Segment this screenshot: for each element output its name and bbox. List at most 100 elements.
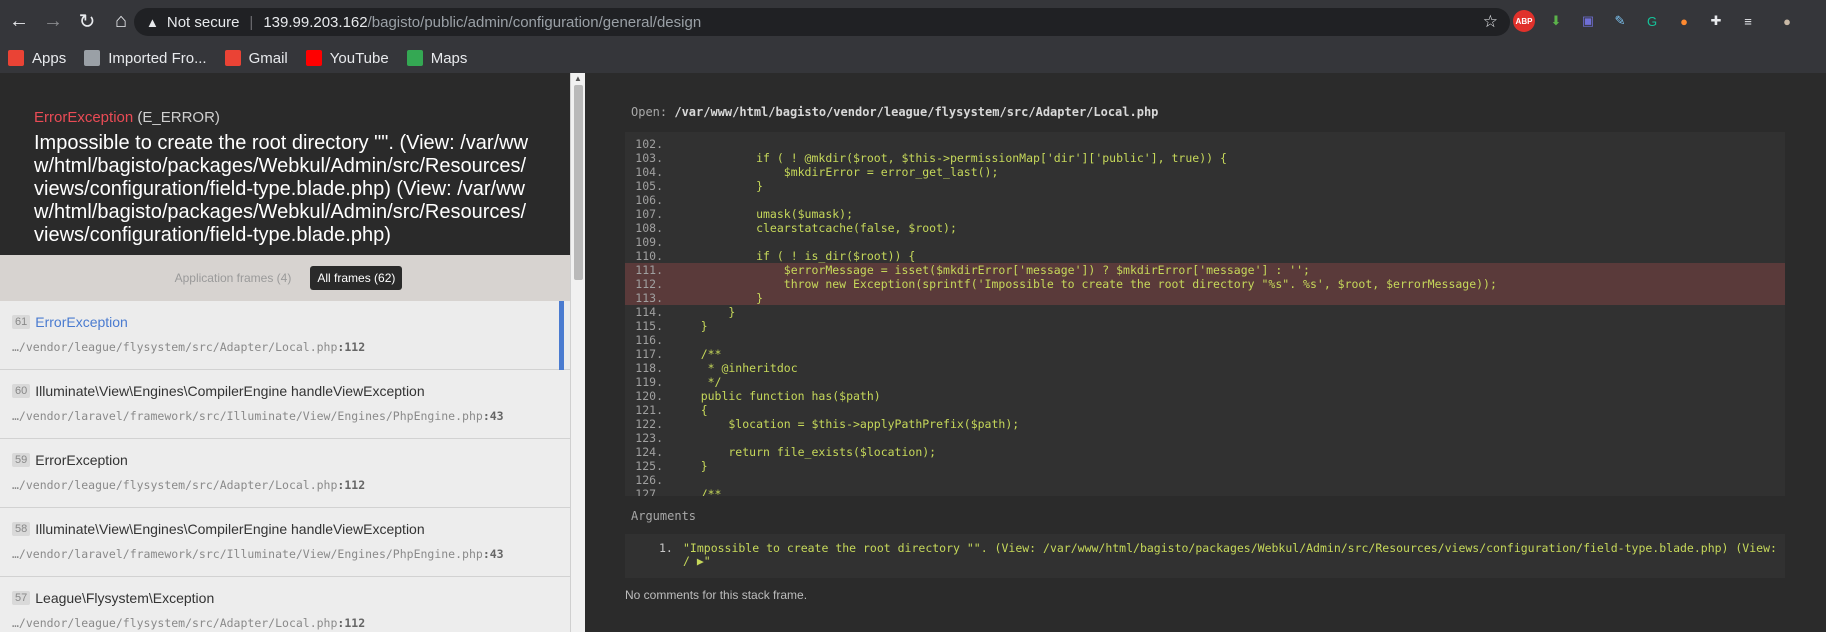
forward-arrow-icon[interactable]: → [36, 5, 70, 39]
code-line: 120. public function has($path) [625, 389, 1785, 403]
frame-line: :112 [337, 478, 366, 492]
arguments-label: Arguments [631, 509, 697, 523]
arguments-block: 1. "Impossible to create the root direct… [625, 534, 1785, 578]
frame-details-panel: Open: /var/www/html/bagisto/vendor/leagu… [585, 73, 1826, 632]
frame-title: 59 ErrorException [12, 452, 570, 468]
highlighted-code-line: 113. } [625, 291, 1785, 305]
code-line: 102. [625, 137, 1785, 151]
exception-class: ErrorException [34, 109, 134, 126]
code-line: 114. } [625, 305, 1785, 319]
code-line: 104. $mkdirError = error_get_last(); [625, 165, 1785, 179]
stack-frame[interactable]: 57 League\Flysystem\Exception …/vendor/lea… [0, 577, 570, 632]
open-label: Open: [631, 105, 668, 119]
frame-index: 58 [12, 522, 31, 536]
frame-location: …/vendor/league/flysystem/src/Adapter/Lo… [12, 478, 570, 492]
frame-file: …/vendor/league/flysystem/src/Adapter/Lo… [12, 478, 338, 492]
abp-icon[interactable]: ABP [1513, 10, 1535, 32]
stack-frame[interactable]: 58 Illuminate\View\Engines\CompilerEngine… [0, 508, 570, 577]
frame-line: :112 [337, 616, 366, 630]
frame-location: …/vendor/laravel/framework/src/Illuminat… [12, 409, 570, 423]
line-text: if ( ! is_dir($root)) { [673, 249, 916, 263]
line-text: $errorMessage = isset($mkdirError['messa… [673, 263, 1310, 277]
puzzle-icon[interactable]: ✚ [1705, 10, 1727, 32]
scroll-up-arrow-icon[interactable]: ▲ [574, 74, 582, 83]
line-text: $mkdirError = error_get_last(); [673, 165, 999, 179]
bookmark-label: Gmail [248, 49, 288, 67]
bookmark-item[interactable]: Imported Fro... [84, 50, 207, 67]
code-line: 117. /** [625, 347, 1785, 361]
folder-icon [84, 50, 101, 66]
bookmark-item[interactable]: YouTube [305, 50, 389, 67]
eyedropper-icon[interactable]: ✎ [1609, 10, 1631, 32]
frame-title: 57 League\Flysystem\Exception [12, 590, 570, 606]
back-arrow-icon[interactable]: ← [2, 5, 36, 39]
code-line: 118. * @inheritdoc [625, 361, 1785, 375]
frame-file: …/vendor/laravel/framework/src/Illuminat… [12, 409, 483, 423]
stack-frame[interactable]: 60 Illuminate\View\Engines\CompilerEngine… [0, 370, 570, 439]
error-header: ErrorException (E_ERROR) Impossible to c… [0, 73, 570, 255]
line-number: 107. [635, 207, 663, 221]
home-icon[interactable]: ⌂ [104, 5, 138, 39]
bookmark-item[interactable]: Apps [8, 50, 66, 67]
all-frames-filter[interactable]: All frames (62) [310, 266, 403, 290]
code-line: 105. } [625, 179, 1785, 193]
profile-avatar-icon[interactable]: ● [1776, 10, 1798, 32]
highlighted-code-line: 111. $errorMessage = isset($mkdirError['… [625, 263, 1785, 277]
open-file-link[interactable]: Open: /var/www/html/bagisto/vendor/leagu… [631, 105, 1158, 119]
frame-line: :43 [482, 409, 504, 423]
stack-frames-panel: ErrorException (E_ERROR) Impossible to c… [0, 73, 585, 632]
line-number: 117. [635, 347, 663, 361]
code-line: 124. return file_exists($location); [625, 445, 1785, 459]
security-label: Not secure [166, 13, 240, 31]
code-line: 115. } [625, 319, 1785, 333]
frame-class: Illuminate\View\Engines\CompilerEngine h… [35, 383, 425, 399]
line-text: } [673, 291, 764, 305]
scroll-thumb[interactable] [574, 85, 583, 280]
code-line: 116. [625, 333, 1785, 347]
line-number: 115. [635, 319, 663, 333]
line-text: */ [673, 375, 722, 389]
line-number: 111. [635, 263, 663, 277]
stack-frame[interactable]: 61 ErrorException …/vendor/league/flysyste… [0, 301, 570, 370]
stack-frame[interactable]: 59 ErrorException …/vendor/league/flysyste… [0, 439, 570, 508]
bookmark-item[interactable]: Maps [406, 50, 467, 67]
line-number: 110. [635, 249, 663, 263]
frame-index: 57 [12, 591, 31, 605]
frame-file: …/vendor/league/flysystem/src/Adapter/Lo… [12, 340, 338, 354]
frames-list: 61 ErrorException …/vendor/league/flysyste… [0, 301, 570, 632]
line-number: 113. [635, 291, 663, 305]
line-number: 104. [635, 165, 663, 179]
code-line: 122. $location = $this->applyPathPrefix(… [625, 417, 1785, 431]
flame-icon[interactable]: ● [1673, 10, 1695, 32]
frame-filters: Application frames (4) All frames (62) [0, 255, 570, 301]
line-number: 122. [635, 417, 663, 431]
line-text: $location = $this->applyPathPrefix($path… [673, 417, 1020, 431]
line-text: * @inheritdoc [673, 361, 798, 375]
frame-index: 60 [12, 384, 31, 398]
apps-grid-icon [8, 50, 24, 66]
line-number: 123. [635, 431, 663, 445]
download-icon[interactable]: ⬇ [1545, 10, 1567, 32]
line-number: 120. [635, 389, 663, 403]
argument-value: "Impossible to create the root directory… [683, 541, 1777, 568]
reload-icon[interactable]: ↻ [70, 5, 104, 39]
address-bar[interactable]: ▲ Not secure | 139.99.203.162 /bagisto/p… [134, 8, 1510, 36]
grammarly-icon[interactable]: G [1641, 10, 1663, 32]
code-viewer: 102. 103. if ( ! @mkdir($root, $this->per… [625, 132, 1785, 496]
code-line: 125. } [625, 459, 1785, 473]
scrollbar[interactable]: ▲ [570, 73, 585, 632]
application-frames-filter[interactable]: Application frames (4) [168, 266, 299, 290]
frame-file: …/vendor/laravel/framework/src/Illuminat… [12, 547, 483, 561]
line-text: throw new Exception(sprintf('Impossible … [673, 277, 1497, 291]
code-line: 119. */ [625, 375, 1785, 389]
no-comments-text: No comments for this stack frame. [625, 588, 808, 602]
queue-icon[interactable]: ≡ [1737, 10, 1759, 32]
exception-type: ErrorException (E_ERROR) [34, 109, 536, 126]
bookmark-star-icon[interactable]: ☆ [1483, 12, 1498, 32]
bookmark-item[interactable]: Gmail [224, 49, 288, 67]
bookmarks-bar: Apps Imported Fro... Gmail YouTube Maps [0, 43, 1826, 73]
url-host: 139.99.203.162 [263, 13, 368, 31]
line-text: } [673, 459, 708, 473]
screen-icon[interactable]: ▣ [1577, 10, 1599, 32]
frame-title: 60 Illuminate\View\Engines\CompilerEngine… [12, 383, 570, 399]
